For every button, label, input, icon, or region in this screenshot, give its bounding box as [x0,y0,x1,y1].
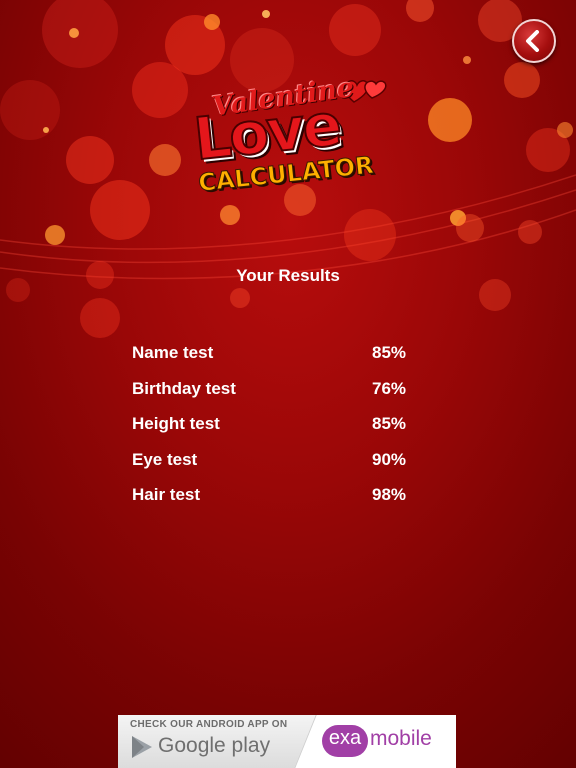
results-table: Name test 85% Birthday test 76% Height t… [132,341,422,519]
result-value: 90% [372,449,407,469]
result-label: Eye test [132,449,198,469]
ad-brand-prefix: exa [328,727,362,749]
results-title: Your Results [236,266,340,285]
ad-check-text: CHECK OUR ANDROID APP ON [130,719,288,730]
result-label: Hair test [132,485,201,504]
result-row-birthday: Birthday test 76% [132,377,422,413]
ad-google-play-section: CHECK OUR ANDROID APP ON Google play [118,715,318,768]
result-value: 76% [372,378,407,398]
result-label: Birthday test [132,378,236,398]
result-value: 85% [372,343,407,362]
result-value: 98% [372,485,407,504]
ad-banner[interactable]: CHECK OUR ANDROID APP ON Google play exa… [118,715,456,768]
result-row-name: Name test 85% [132,341,422,377]
app-logo: Valentine Love CALCULATOR [180,68,400,213]
result-label: Name test [132,343,214,362]
result-label: Height test [132,414,220,433]
chevron-left-icon [526,30,539,52]
back-button[interactable] [512,19,556,63]
result-row-hair: Hair test 98% [132,483,422,519]
ad-store-name: Google play [158,734,271,757]
ad-brand-suffix: mobile [370,727,432,750]
result-row-eye: Eye test 90% [132,448,422,484]
result-row-height: Height test 85% [132,412,422,448]
result-value: 85% [372,414,407,433]
play-triangle-icon [132,736,152,758]
game-screen: Valentine Love CALCULATOR Your Results N… [0,0,576,768]
